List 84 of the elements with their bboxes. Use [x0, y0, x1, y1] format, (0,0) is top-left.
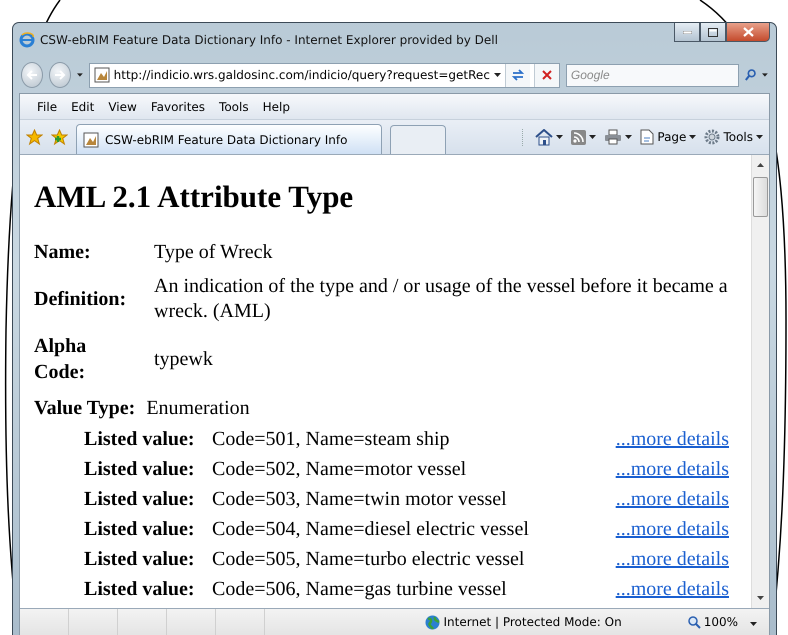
- page-icon: [83, 132, 99, 148]
- window-title: CSW-ebRIM Feature Data Dictionary Info - Internet Explorer provided by Dell: [40, 33, 499, 47]
- details-link[interactable]: ...more details: [616, 488, 729, 510]
- caret-icon: [689, 135, 696, 139]
- field-label: Listed value:: [84, 457, 196, 482]
- maximize-button[interactable]: [700, 23, 726, 42]
- field-label: Listed value:: [84, 517, 196, 542]
- scroll-up-icon: [757, 163, 764, 167]
- security-zone[interactable]: Internet | Protected Mode: On: [424, 614, 622, 630]
- details-link[interactable]: ...more details: [616, 428, 729, 450]
- close-button[interactable]: [726, 23, 770, 42]
- star-icon[interactable]: [26, 128, 43, 146]
- details-link[interactable]: ...more details: [616, 548, 729, 570]
- field-value: Code=501, Name=steam ship: [212, 426, 451, 452]
- minimize-button[interactable]: [674, 23, 700, 42]
- address-field[interactable]: http://indicio.wrs.galdosinc.com/indicio/query?request=getRec: [88, 62, 560, 88]
- caret-icon: [762, 73, 768, 77]
- close-icon: [742, 27, 754, 37]
- forward-button[interactable]: [48, 62, 71, 88]
- browser-tab[interactable]: CSW-ebRIM Feature Data Dictionary Info: [76, 124, 382, 154]
- menu-item[interactable]: Help: [256, 100, 297, 114]
- command-button[interactable]: [604, 129, 632, 145]
- field-label: Listed value:: [84, 547, 196, 572]
- page-icon: [640, 129, 654, 145]
- field-value: Code=504, Name=diesel electric vessel: [212, 516, 530, 542]
- field-value: Code=505, Name=turbo electric vessel: [212, 546, 526, 572]
- zoom-icon: [688, 616, 701, 628]
- page-heading: AML 2.1 Attribute Type: [34, 179, 354, 215]
- caret-icon: [556, 135, 564, 139]
- field-label: Listed value:: [84, 577, 196, 602]
- caret-icon: [76, 73, 83, 77]
- details-link[interactable]: ...more details: [616, 578, 729, 600]
- caret-icon: [750, 622, 757, 626]
- command-menu[interactable]: Page: [640, 129, 696, 145]
- scrollbar[interactable]: [751, 155, 769, 608]
- field-value: An indication of the type and / or usage of the vessel before it became a wreck. (AML): [154, 274, 729, 324]
- printer-icon: [604, 129, 622, 145]
- zoom-button[interactable]: 100%: [682, 614, 744, 630]
- caret-icon: [589, 135, 596, 139]
- search-field[interactable]: Google: [566, 64, 739, 86]
- field-value: Code=502, Name=motor vessel: [212, 456, 468, 482]
- home-icon: [535, 128, 554, 146]
- menu-item[interactable]: File: [30, 100, 64, 114]
- refresh-button[interactable]: [504, 64, 530, 86]
- globe-icon: [424, 614, 440, 630]
- field-value: Code=503, Name=twin motor vessel: [212, 486, 508, 512]
- menu-item[interactable]: Favorites: [144, 100, 212, 114]
- add-favorite-icon[interactable]: [51, 128, 68, 146]
- details-link[interactable]: ...more details: [616, 518, 729, 540]
- refresh-icon: [510, 69, 525, 81]
- field-label: Value Type:: [34, 396, 136, 421]
- field-value: Enumeration: [146, 396, 250, 421]
- stop-icon: [542, 70, 552, 80]
- back-button[interactable]: [21, 62, 43, 88]
- command-menu[interactable]: Tools: [704, 129, 763, 145]
- field-label: Alpha Code:: [34, 334, 88, 385]
- field-label: Definition:: [34, 287, 128, 312]
- menu-item[interactable]: Tools: [212, 100, 256, 114]
- caret-icon: [625, 135, 632, 139]
- field-label: Name:: [34, 240, 92, 265]
- feed-icon: [571, 130, 586, 144]
- arrow-right-icon: [54, 70, 66, 80]
- stop-button[interactable]: [534, 64, 559, 86]
- maximize-icon: [708, 28, 718, 36]
- caret-icon: [494, 73, 501, 77]
- browser-logo-icon: [19, 32, 35, 48]
- command-button[interactable]: [571, 130, 596, 144]
- gear-icon: [704, 129, 720, 145]
- field-value: Code=506, Name=gas turbine vessel: [212, 576, 508, 602]
- field-value: typewk: [154, 346, 214, 372]
- field-label: Listed value:: [84, 427, 196, 452]
- scrollbar-thumb[interactable]: [753, 177, 768, 217]
- menu-item[interactable]: Edit: [64, 100, 102, 114]
- menu-item[interactable]: View: [101, 100, 144, 114]
- caret-icon: [756, 135, 763, 139]
- page-icon: [94, 67, 110, 83]
- field-label: Listed value:: [84, 487, 196, 512]
- command-button[interactable]: [535, 128, 564, 146]
- scroll-down-icon: [757, 596, 764, 600]
- search-icon: [744, 68, 756, 82]
- details-link[interactable]: ...more details: [616, 458, 729, 480]
- minimize-icon: [682, 30, 692, 34]
- arrow-left-icon: [26, 70, 38, 80]
- field-value: Type of Wreck: [154, 240, 274, 264]
